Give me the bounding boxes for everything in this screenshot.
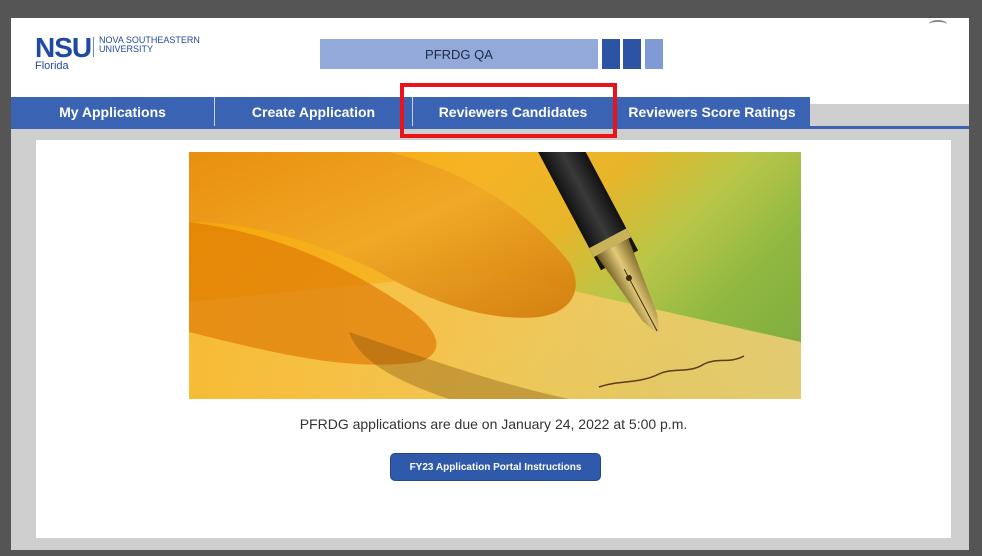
nsu-logo[interactable]: NSU NOVA SOUTHEASTERN UNIVERSITY Florida	[35, 34, 215, 74]
due-date-notice: PFRDG applications are due on January 24…	[299, 416, 688, 432]
tab-label: Reviewers Score Ratings	[628, 104, 796, 120]
tab-my-applications[interactable]: My Applications	[11, 97, 214, 127]
logo-university-line2: UNIVERSITY	[99, 44, 154, 54]
logo-florida: Florida	[35, 60, 69, 72]
tab-reviewers-candidates[interactable]: Reviewers Candidates	[413, 97, 613, 127]
tab-label: Reviewers Candidates	[438, 104, 588, 120]
corner-curve-icon	[929, 20, 947, 28]
nav-underline	[11, 126, 969, 129]
header-decor-block-2	[623, 39, 641, 69]
page-viewport: NSU NOVA SOUTHEASTERN UNIVERSITY Florida…	[11, 18, 969, 550]
portal-instructions-button[interactable]: FY23 Application Portal Instructions	[390, 453, 601, 481]
tab-label: Create Application	[251, 104, 376, 120]
pen-writing-image	[189, 152, 801, 399]
page-title: PFRDG QA	[425, 46, 493, 62]
tab-label: My Applications	[59, 104, 166, 120]
header-decor-block-3	[645, 39, 663, 69]
logo-wordmark: NSU	[35, 32, 92, 63]
header: NSU NOVA SOUTHEASTERN UNIVERSITY Florida…	[11, 18, 969, 104]
pen-writing-illustration	[189, 152, 801, 399]
button-label: FY23 Application Portal Instructions	[409, 461, 582, 473]
main-content: PFRDG applications are due on January 24…	[36, 140, 951, 538]
tab-create-application[interactable]: Create Application	[215, 97, 412, 127]
header-decor-block-1	[602, 39, 620, 69]
logo-divider	[93, 37, 94, 57]
window-frame: NSU NOVA SOUTHEASTERN UNIVERSITY Florida…	[0, 0, 982, 556]
page-title-bar: PFRDG QA	[320, 39, 598, 69]
main-nav: My Applications Create Application Revie…	[11, 97, 969, 127]
tab-reviewers-score-ratings[interactable]: Reviewers Score Ratings	[614, 97, 810, 127]
